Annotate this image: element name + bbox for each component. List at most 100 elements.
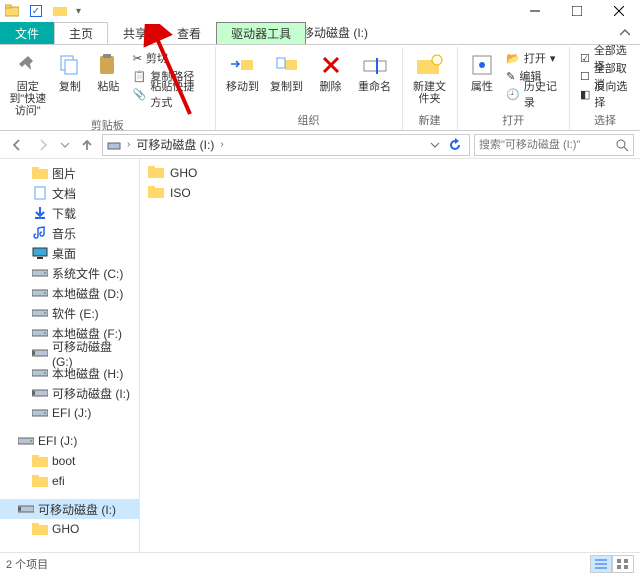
file-item[interactable]: GHO <box>148 163 632 183</box>
new-folder-icon <box>416 51 444 79</box>
tree-item[interactable]: 可移动磁盘 (I:) <box>0 383 139 403</box>
invert-selection-button[interactable]: ◧反向选择 <box>576 85 634 103</box>
tree-item[interactable]: efi <box>0 471 139 491</box>
tab-view[interactable]: 查看 <box>162 22 216 44</box>
folder-icon <box>148 186 164 200</box>
ribbon-collapse-icon[interactable] <box>610 22 640 44</box>
qat-checkbox-icon[interactable]: ✓ <box>28 3 44 19</box>
group-select-label: 选择 <box>594 112 616 130</box>
doc-icon <box>32 186 48 200</box>
tree-item-current[interactable]: 可移动磁盘 (I:) <box>0 499 139 519</box>
tree-item[interactable]: 音乐 <box>0 223 139 243</box>
address-row: › 可移动磁盘 (I:) › <box>0 131 640 159</box>
tree-item-label: 系统文件 (C:) <box>52 265 123 282</box>
status-text: 2 个项目 <box>6 556 48 572</box>
tree-item[interactable]: boot <box>0 451 139 471</box>
file-name: ISO <box>170 186 191 200</box>
copyto-icon <box>273 51 301 79</box>
drive-icon <box>18 434 34 448</box>
file-list[interactable]: GHO ISO <box>140 159 640 552</box>
tree-item[interactable]: 本地磁盘 (D:) <box>0 283 139 303</box>
delete-icon <box>317 51 345 79</box>
search-icon[interactable] <box>615 138 629 152</box>
nav-recent-button[interactable] <box>58 134 72 156</box>
nav-forward-button[interactable] <box>32 134 54 156</box>
tree-item[interactable]: 下载 <box>0 203 139 223</box>
properties-button[interactable]: 属性 <box>464 47 501 93</box>
shortcut-icon: 📎 <box>133 88 147 101</box>
tree-item-label: EFI (J:) <box>38 434 77 448</box>
rename-button[interactable]: 重命名 <box>354 47 396 93</box>
tree-item[interactable]: 软件 (E:) <box>0 303 139 323</box>
open-icon: 📂 <box>506 52 520 65</box>
folder-icon <box>32 454 48 468</box>
invert-icon: ◧ <box>580 88 590 101</box>
history-icon: 🕘 <box>506 88 520 101</box>
tab-home[interactable]: 主页 <box>54 22 108 44</box>
delete-button[interactable]: 删除 <box>310 47 352 93</box>
view-details-button[interactable] <box>590 555 612 573</box>
drive-icon <box>32 266 48 280</box>
tree-item[interactable]: 桌面 <box>0 243 139 263</box>
scissors-icon: ✂ <box>133 52 142 65</box>
tree-item-label: efi <box>52 474 65 488</box>
file-name: GHO <box>170 166 197 180</box>
tree-item-label: 本地磁盘 (D:) <box>52 285 123 302</box>
tree-item[interactable]: 文档 <box>0 183 139 203</box>
tree-item[interactable]: EFI (J:) <box>0 403 139 423</box>
select-all-icon: ☑ <box>580 52 590 65</box>
nav-back-button[interactable] <box>6 134 28 156</box>
tree-item[interactable]: 系统文件 (C:) <box>0 263 139 283</box>
tree-item-label: 本地磁盘 (H:) <box>52 365 123 382</box>
tree-item-label: 桌面 <box>52 245 76 262</box>
usb-icon <box>32 346 48 360</box>
view-icons-button[interactable] <box>612 555 634 573</box>
tree-item[interactable]: GHO <box>0 519 139 539</box>
maximize-button[interactable] <box>556 0 598 22</box>
tree-item[interactable]: EFI (J:) <box>0 431 139 451</box>
path-icon: 📋 <box>133 70 147 83</box>
chevron-right-icon[interactable]: › <box>127 139 130 150</box>
usb-icon <box>32 386 48 400</box>
move-icon <box>229 51 257 79</box>
qat-dropdown-icon[interactable]: ▾ <box>76 6 81 17</box>
move-to-button[interactable]: 移动到 <box>222 47 264 93</box>
cut-button[interactable]: ✂剪切 <box>129 49 209 67</box>
group-new-label: 新建 <box>419 112 441 130</box>
tab-share[interactable]: 共享 <box>108 22 162 44</box>
address-segment[interactable]: 可移动磁盘 (I:) <box>136 136 214 153</box>
new-folder-button[interactable]: 新建文件夹 <box>409 47 451 105</box>
copy-to-button[interactable]: 复制到 <box>266 47 308 93</box>
tab-file[interactable]: 文件 <box>0 22 54 44</box>
properties-icon <box>468 51 496 79</box>
tree-item-label: 图片 <box>52 165 76 182</box>
copy-icon <box>56 51 84 79</box>
ribbon: 固定到"快速访问" 复制 粘贴 ✂剪切 📋复制路径 📎粘贴快捷方式 剪贴板 移动… <box>0 45 640 131</box>
nav-tree[interactable]: 图片文档下载音乐桌面系统文件 (C:) 本地磁盘 (D:)软件 (E:) 本地磁盘 … <box>0 159 140 552</box>
tree-item[interactable]: 图片 <box>0 163 139 183</box>
tree-item[interactable]: 可移动磁盘 (G:) <box>0 343 139 363</box>
search-box[interactable] <box>474 134 634 156</box>
history-button[interactable]: 🕘历史记录 <box>502 85 563 103</box>
pin-button[interactable]: 固定到"快速访问" <box>6 47 50 117</box>
close-button[interactable] <box>598 0 640 22</box>
tree-item-label: 下载 <box>52 205 76 222</box>
search-input[interactable] <box>479 139 599 151</box>
open-button[interactable]: 📂打开▾ <box>502 49 563 67</box>
paste-shortcut-button[interactable]: 📎粘贴快捷方式 <box>129 85 209 103</box>
nav-up-button[interactable] <box>76 134 98 156</box>
tab-drive-tools[interactable]: 驱动器工具 <box>216 22 306 44</box>
minimize-button[interactable] <box>514 0 556 22</box>
file-item[interactable]: ISO <box>148 183 632 203</box>
paste-button[interactable]: 粘贴 <box>90 47 127 93</box>
refresh-button[interactable] <box>445 134 465 156</box>
address-dropdown-icon[interactable] <box>427 134 443 156</box>
qat-folder-icon[interactable] <box>52 3 68 19</box>
tree-item[interactable]: 本地磁盘 (H:) <box>0 363 139 383</box>
chevron-right-icon[interactable]: › <box>220 139 223 150</box>
desktop-icon <box>32 246 48 260</box>
tree-item-label: 音乐 <box>52 225 76 242</box>
folder-icon <box>4 3 20 19</box>
copy-button[interactable]: 复制 <box>52 47 89 93</box>
address-bar[interactable]: › 可移动磁盘 (I:) › <box>102 134 470 156</box>
